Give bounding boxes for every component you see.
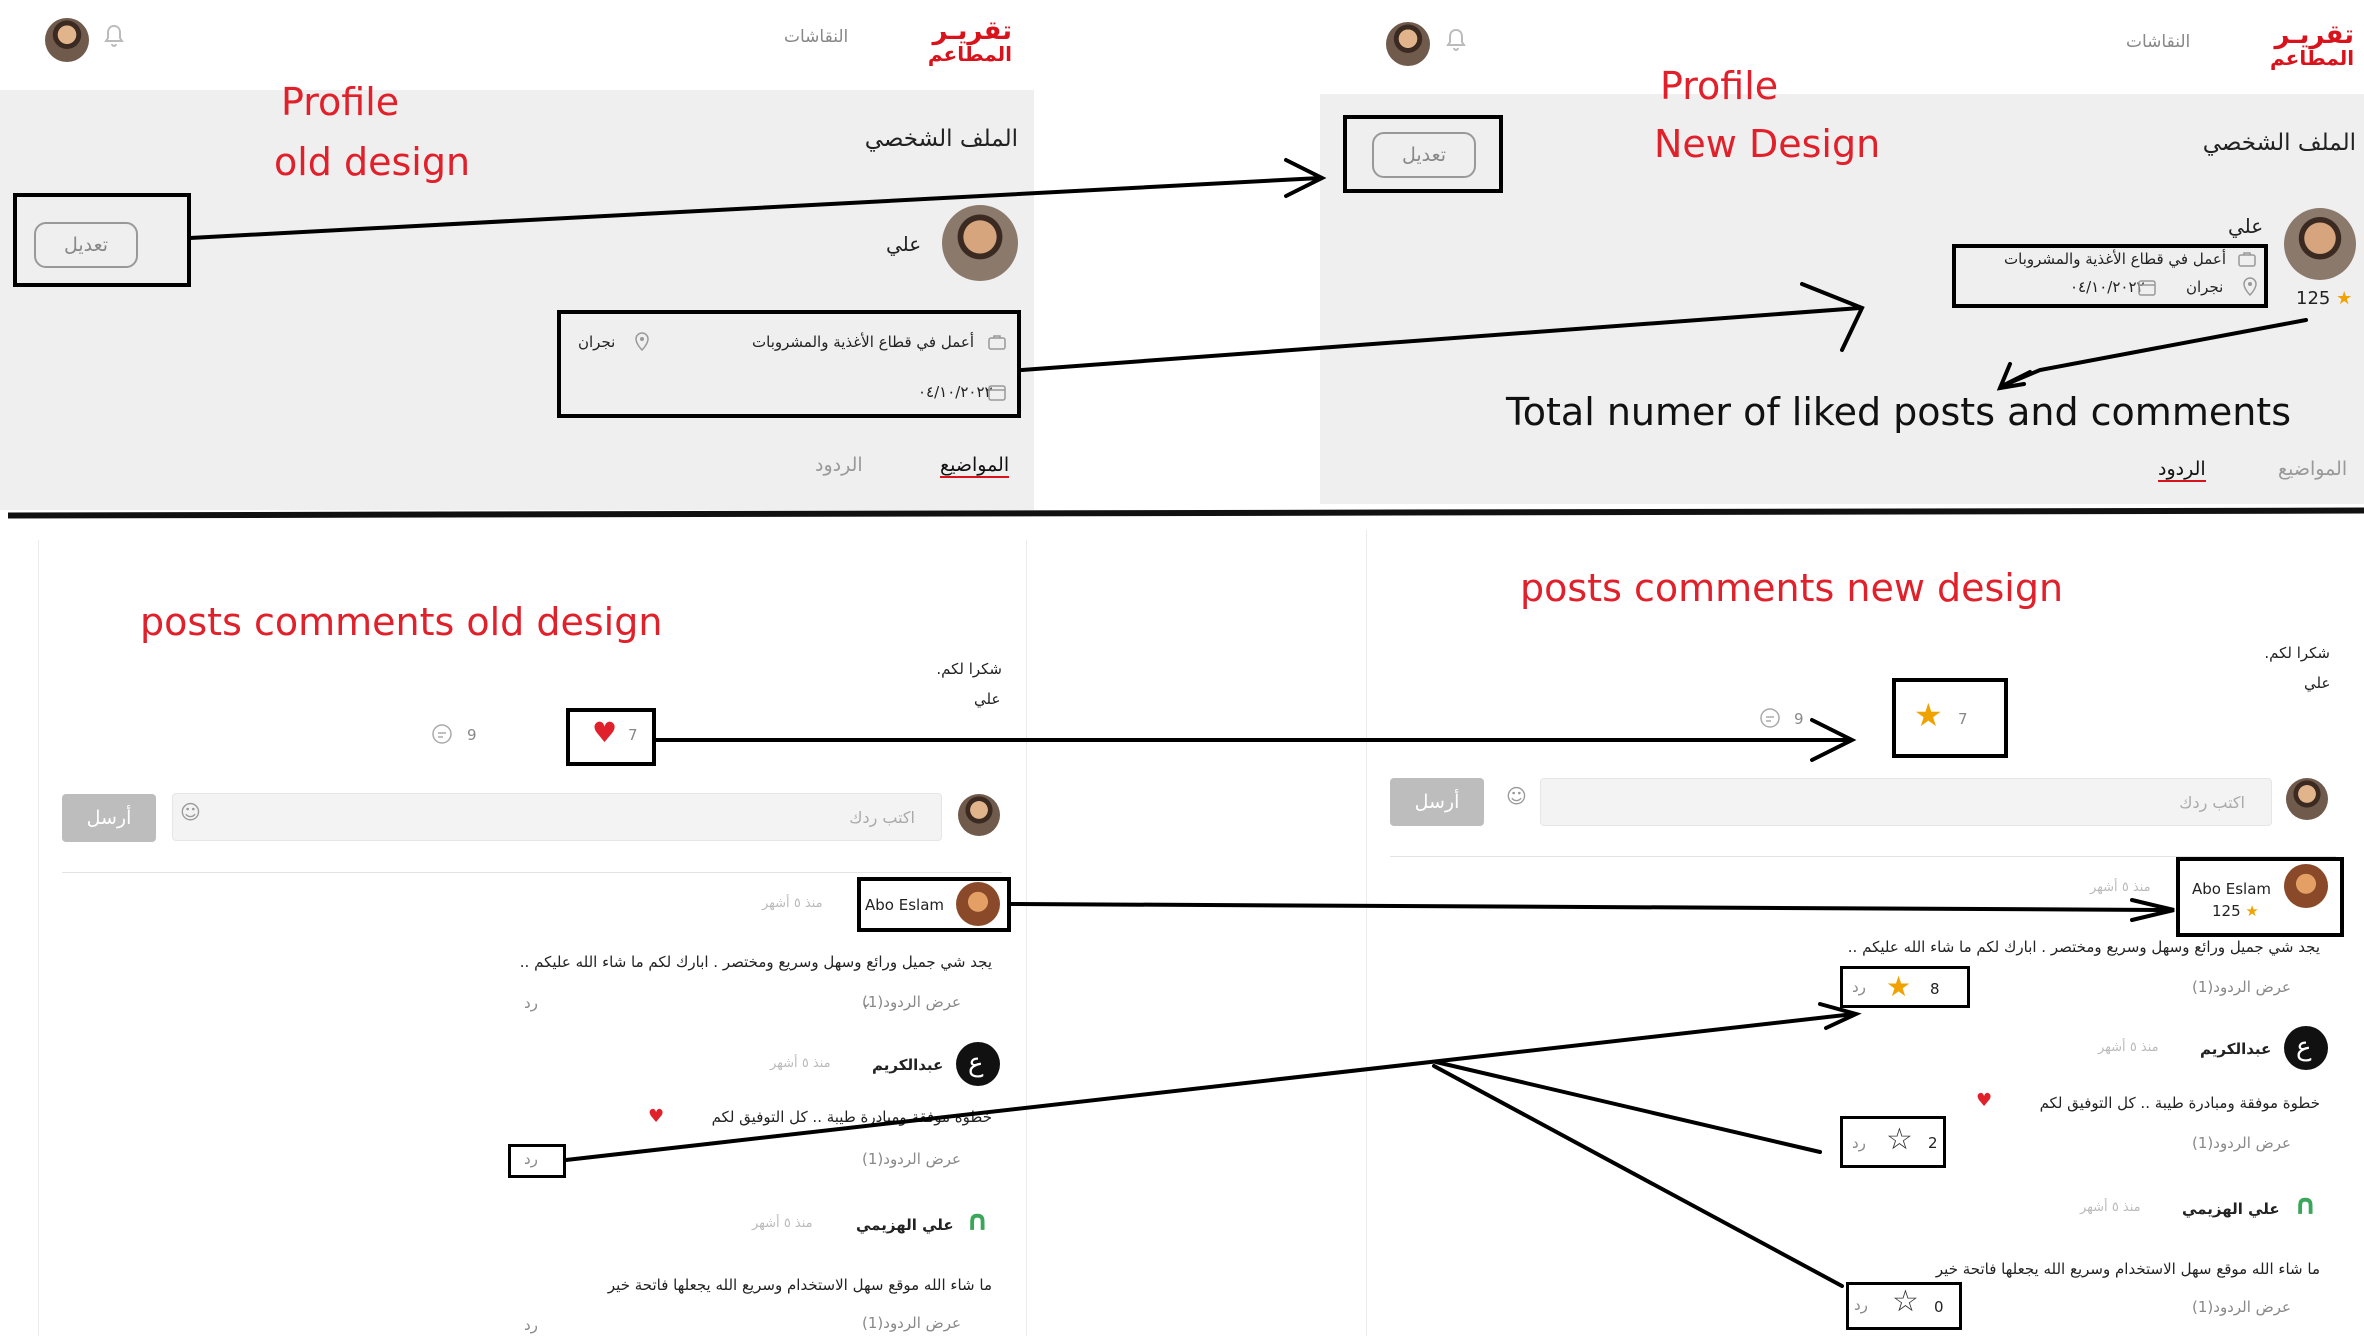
annotation-arrows	[188, 158, 2308, 1288]
arrow-edit-button	[188, 158, 1327, 240]
arrow-reply-like-3	[1432, 1064, 1844, 1288]
arrow-profile-info	[1020, 282, 1865, 372]
arrow-author	[1008, 898, 2175, 922]
arrow-like-icon	[654, 718, 1857, 762]
arrow-reply-like	[564, 1002, 1862, 1162]
arrow-total-liked	[1996, 318, 2308, 391]
arrow-reply-like-2	[1434, 1060, 1822, 1154]
